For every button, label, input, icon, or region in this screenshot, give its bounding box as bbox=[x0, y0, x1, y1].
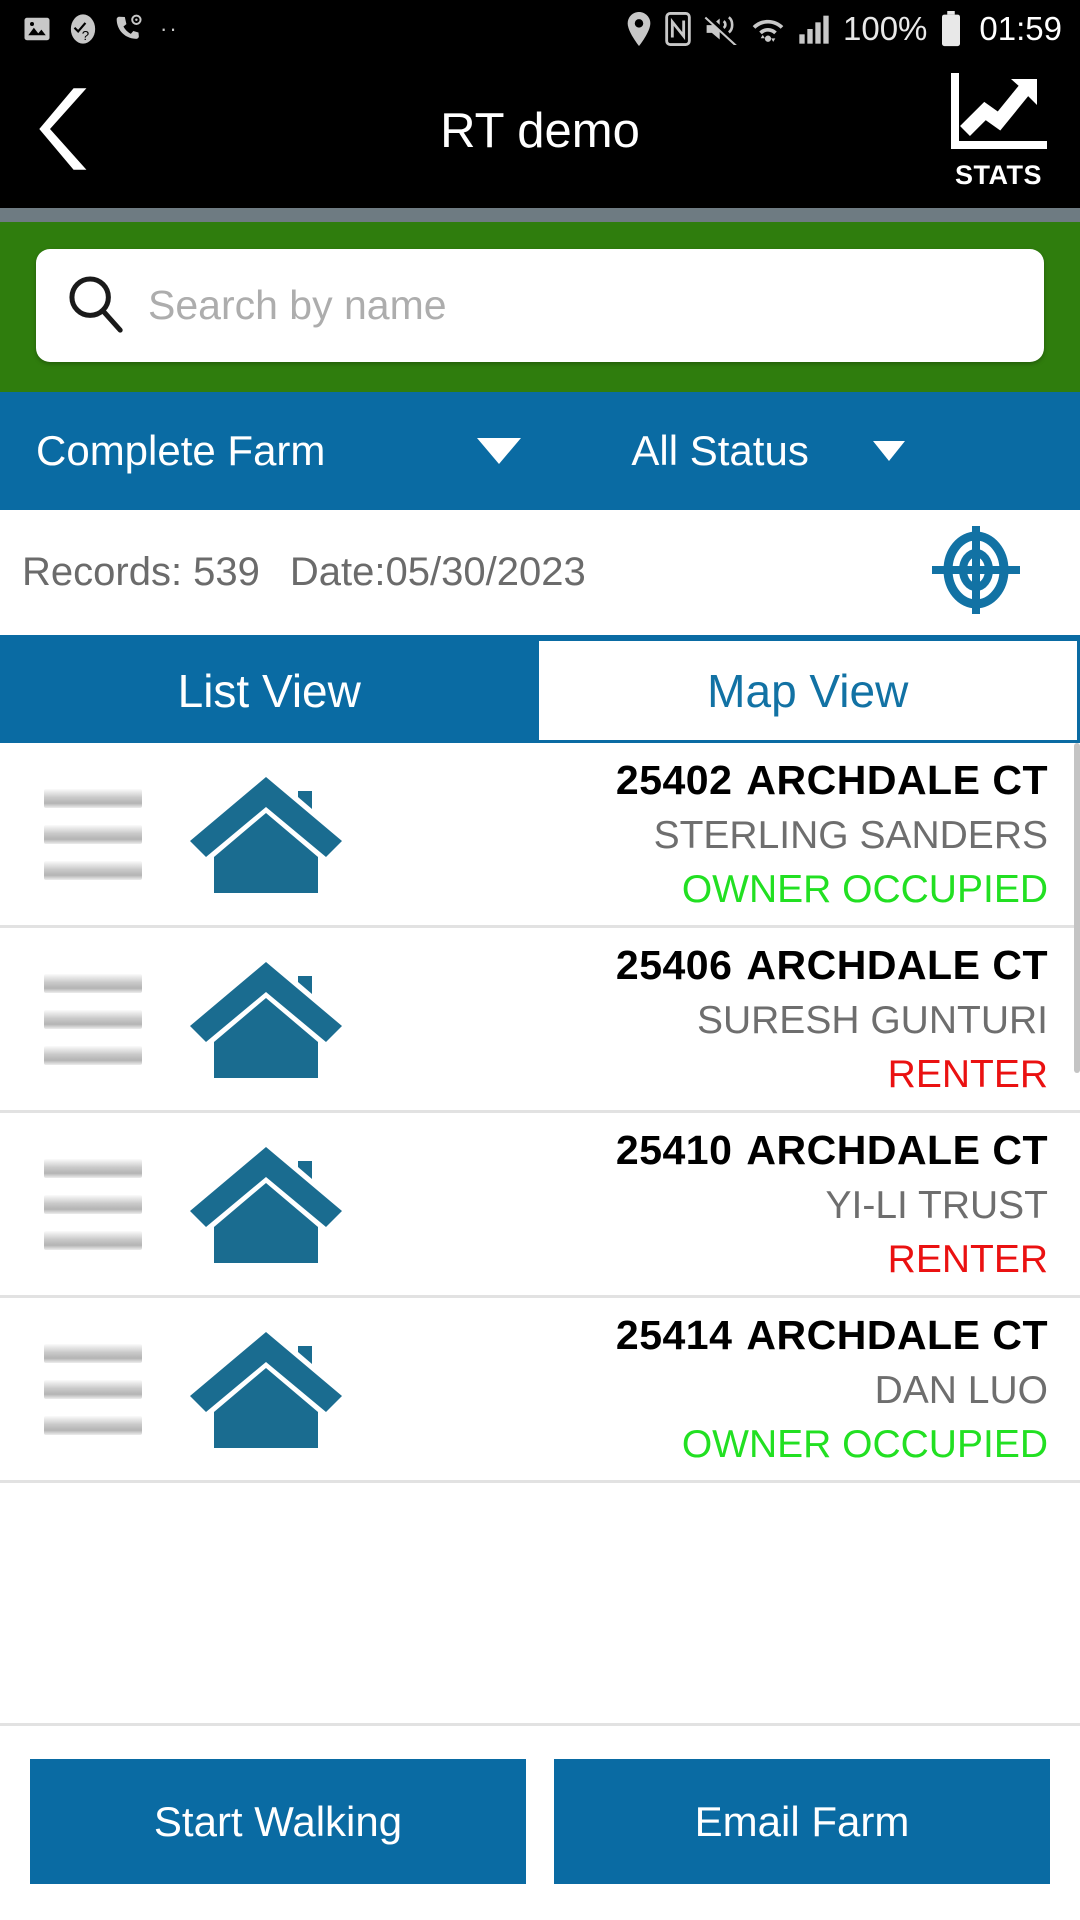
view-tabs: List View Map View bbox=[0, 635, 1080, 743]
location-pin-icon bbox=[626, 12, 652, 46]
property-owner: DAN LUO bbox=[874, 1368, 1048, 1412]
svg-text:?: ? bbox=[82, 28, 89, 43]
tab-list-view[interactable]: List View bbox=[0, 638, 539, 743]
status-bar-right-icons: 100% 01:59 bbox=[626, 10, 1062, 48]
chevron-down-icon bbox=[872, 441, 905, 461]
property-list[interactable]: 25402 ARCHDALE CT STERLING SANDERS OWNER … bbox=[0, 743, 1080, 1723]
gps-locate-button[interactable] bbox=[930, 524, 1022, 621]
app-root: ? ·· 100% 01:59 RT demo STATS Search by … bbox=[0, 0, 1080, 1920]
status-badge: OWNER OCCUPIED bbox=[681, 1422, 1048, 1466]
row-text: 25402 ARCHDALE CT STERLING SANDERS OWNER … bbox=[616, 757, 1048, 912]
drag-handle-icon[interactable] bbox=[44, 973, 142, 1065]
battery-percent-label: 100% bbox=[843, 10, 928, 47]
property-street: ARCHDALE CT bbox=[746, 1126, 1048, 1173]
records-date: Date:05/30/2023 bbox=[289, 550, 586, 594]
crosshair-target-icon bbox=[930, 524, 1022, 621]
property-number: 25406 bbox=[615, 941, 733, 988]
table-row[interactable]: 25410 ARCHDALE CT YI-LI TRUST RENTER bbox=[0, 1113, 1080, 1298]
image-icon bbox=[22, 14, 52, 44]
help-check-icon: ? bbox=[68, 12, 98, 46]
house-icon bbox=[186, 1324, 346, 1454]
row-text: 25410 ARCHDALE CT YI-LI TRUST RENTER bbox=[616, 1127, 1048, 1282]
drag-handle-icon[interactable] bbox=[44, 788, 142, 880]
drag-handle-icon[interactable] bbox=[44, 1158, 142, 1250]
records-info-bar: Records: 539 Date:05/30/2023 bbox=[0, 510, 1080, 635]
filter-bar: Complete Farm All Status bbox=[0, 392, 1080, 510]
status-filter-dropdown[interactable]: All Status bbox=[631, 427, 905, 475]
back-chevron-icon bbox=[32, 84, 98, 179]
property-address: 25406 ARCHDALE CT bbox=[616, 942, 1048, 989]
property-address: 25410 ARCHDALE CT bbox=[616, 1127, 1048, 1174]
property-street: ARCHDALE CT bbox=[746, 1311, 1048, 1358]
stats-button[interactable]: STATS bbox=[941, 71, 1056, 191]
property-address: 25414 ARCHDALE CT bbox=[616, 1312, 1048, 1359]
tab-list-view-label: List View bbox=[177, 664, 361, 717]
search-icon bbox=[64, 272, 126, 339]
status-bar-clock: 01:59 bbox=[979, 10, 1062, 47]
farm-filter-label: Complete Farm bbox=[36, 427, 326, 474]
back-button[interactable] bbox=[0, 84, 130, 179]
table-row[interactable]: 25414 ARCHDALE CT DAN LUO OWNER OCCUPIED bbox=[0, 1298, 1080, 1483]
app-bar-divider bbox=[0, 208, 1080, 222]
bottom-action-bar: Start Walking Email Farm bbox=[0, 1723, 1080, 1920]
row-text: 25406 ARCHDALE CT SURESH GUNTURI RENTER bbox=[616, 942, 1048, 1097]
nfc-icon bbox=[665, 12, 691, 46]
vibrate-mute-icon bbox=[704, 13, 738, 45]
house-icon bbox=[186, 954, 346, 1084]
search-box[interactable] bbox=[36, 249, 1044, 362]
phone-location-icon bbox=[114, 13, 144, 45]
tab-map-view[interactable]: Map View bbox=[538, 638, 1080, 743]
farm-filter-dropdown[interactable]: Complete Farm bbox=[0, 427, 522, 475]
chevron-down-icon bbox=[477, 438, 522, 464]
house-icon bbox=[186, 1139, 346, 1269]
battery-full-icon bbox=[940, 11, 962, 47]
property-owner: STERLING SANDERS bbox=[653, 813, 1048, 857]
house-icon bbox=[186, 769, 346, 899]
property-street: ARCHDALE CT bbox=[746, 941, 1048, 988]
tab-map-view-label: Map View bbox=[707, 664, 909, 717]
property-number: 25410 bbox=[615, 1126, 733, 1173]
table-row[interactable]: 25406 ARCHDALE CT SURESH GUNTURI RENTER bbox=[0, 928, 1080, 1113]
property-address: 25402 ARCHDALE CT bbox=[616, 757, 1048, 804]
stats-label: STATS bbox=[955, 160, 1042, 190]
list-scrollbar[interactable] bbox=[1074, 743, 1080, 1073]
signal-bars-icon bbox=[798, 13, 830, 45]
status-bar: ? ·· 100% 01:59 bbox=[0, 0, 1080, 58]
page-title: RT demo bbox=[440, 104, 640, 158]
status-filter-label: All Status bbox=[631, 427, 809, 474]
search-section bbox=[0, 222, 1080, 392]
status-badge: OWNER OCCUPIED bbox=[681, 867, 1048, 911]
start-walking-button[interactable]: Start Walking bbox=[30, 1759, 526, 1884]
row-text: 25414 ARCHDALE CT DAN LUO OWNER OCCUPIED bbox=[616, 1312, 1048, 1467]
status-badge: RENTER bbox=[887, 1237, 1048, 1281]
drag-handle-icon[interactable] bbox=[44, 1343, 142, 1435]
wifi-icon bbox=[751, 13, 785, 45]
stats-chart-icon bbox=[949, 71, 1049, 158]
records-count: Records: 539 bbox=[22, 550, 260, 594]
status-badge: RENTER bbox=[887, 1052, 1048, 1096]
property-number: 25402 bbox=[615, 756, 733, 803]
status-bar-left-icons: ? ·· bbox=[22, 12, 179, 46]
property-owner: SURESH GUNTURI bbox=[696, 998, 1048, 1042]
search-input[interactable] bbox=[148, 282, 1016, 329]
app-bar: RT demo STATS bbox=[0, 58, 1080, 208]
email-farm-button[interactable]: Email Farm bbox=[554, 1759, 1050, 1884]
property-owner: YI-LI TRUST bbox=[825, 1183, 1048, 1227]
table-row[interactable]: 25402 ARCHDALE CT STERLING SANDERS OWNER … bbox=[0, 743, 1080, 928]
more-dots-icon: ·· bbox=[160, 16, 179, 41]
property-street: ARCHDALE CT bbox=[746, 756, 1048, 803]
property-number: 25414 bbox=[615, 1311, 733, 1358]
